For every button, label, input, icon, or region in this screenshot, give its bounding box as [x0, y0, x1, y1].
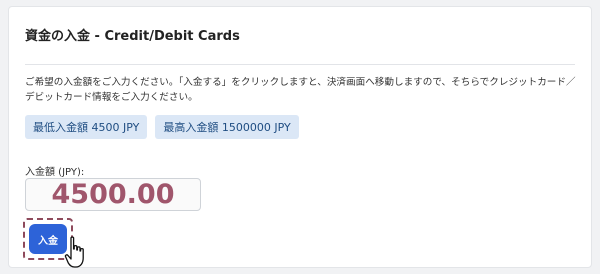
divider [25, 64, 575, 65]
instructions-text: ご希望の入金額をご入力ください。「入金する」をクリックしますと、決済画面へ移動し… [25, 77, 576, 103]
min-deposit-badge: 最低入金額 4500 JPY [25, 115, 148, 139]
deposit-button[interactable]: 入金 [29, 224, 67, 254]
amount-input[interactable] [25, 178, 201, 211]
max-deposit-badge: 最高入金額 1500000 JPY [155, 115, 299, 139]
panel-title: 資金の入金 - Credit/Debit Cards [25, 29, 240, 44]
limit-badges: 最低入金額 4500 JPY 最高入金額 1500000 JPY [25, 115, 299, 139]
amount-label: 入金額 (JPY): [25, 167, 85, 178]
deposit-panel: 資金の入金 - Credit/Debit Cards ご希望の入金額をご入力くだ… [8, 6, 592, 268]
hand-pointer-icon [64, 236, 84, 268]
